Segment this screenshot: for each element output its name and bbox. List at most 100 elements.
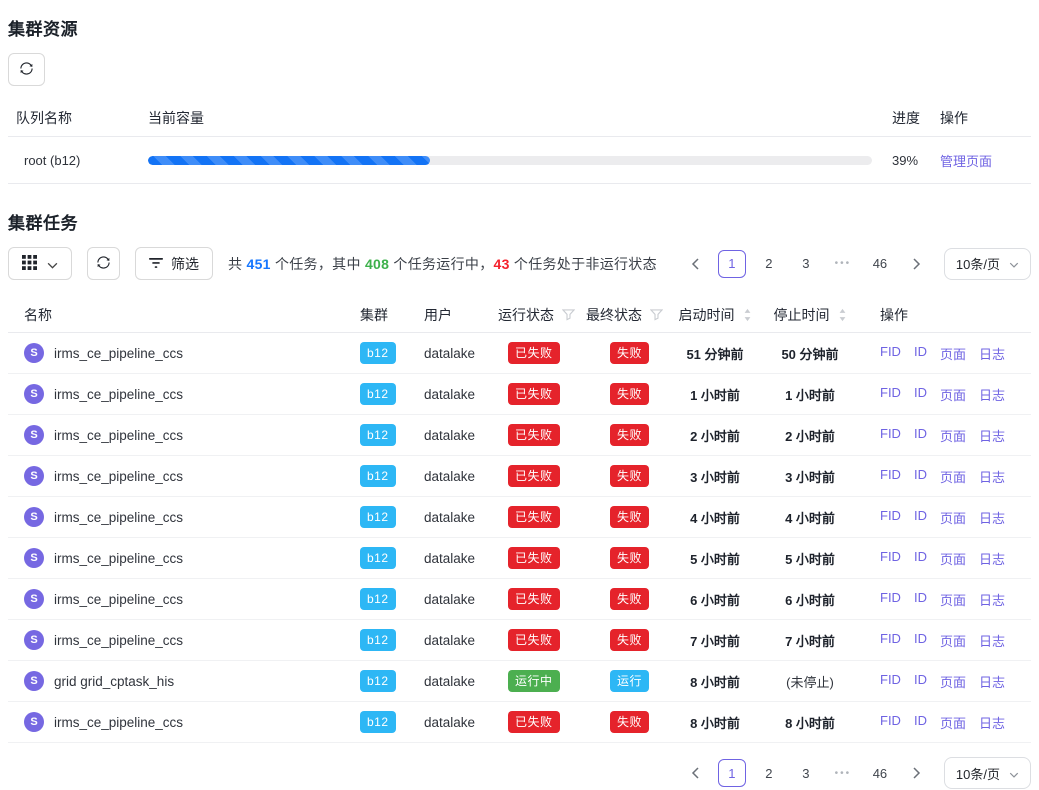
op-link-id[interactable]: ID [914, 508, 927, 527]
table-row: Sirms_ce_pipeline_ccsb12datalake已失败失败4 小… [8, 497, 1031, 538]
ops-cell: FID ID 页面日志 [858, 549, 1031, 568]
op-link-页面[interactable]: 页面 [940, 426, 966, 445]
op-link-日志[interactable]: 日志 [979, 426, 1005, 445]
page-size-select[interactable]: 10条/页 [944, 248, 1031, 280]
sorter-icon[interactable] [743, 308, 752, 322]
op-link-fid[interactable]: FID [880, 590, 901, 609]
op-link-页面[interactable]: 页面 [940, 672, 966, 691]
op-link-id[interactable]: ID [914, 344, 927, 363]
pager-prev-icon[interactable] [681, 250, 709, 278]
final-status-badge: 失败 [610, 629, 649, 651]
col-ops: 操作 [934, 108, 1031, 128]
op-link-页面[interactable]: 页面 [940, 344, 966, 363]
op-link-fid[interactable]: FID [880, 508, 901, 527]
stop-time: (未停止) [762, 672, 858, 691]
run-status-badge: 已失败 [508, 424, 560, 446]
op-link-页面[interactable]: 页面 [940, 549, 966, 568]
refresh-tasks-button[interactable] [87, 247, 120, 280]
op-link-id[interactable]: ID [914, 385, 927, 404]
pager-page-3[interactable]: 3 [792, 759, 820, 787]
run-status-cell: 已失败 [496, 711, 584, 733]
sorter-icon[interactable] [838, 308, 847, 322]
cluster-cell: b12 [352, 629, 416, 651]
op-link-日志[interactable]: 日志 [979, 344, 1005, 363]
pager-next-icon[interactable] [903, 759, 931, 787]
col-stop-time: 停止时间 [762, 305, 858, 325]
pager-page-1[interactable]: 1 [718, 250, 746, 278]
filter-funnel-icon[interactable] [562, 309, 575, 321]
pager-page-3[interactable]: 3 [792, 250, 820, 278]
cluster-badge: b12 [360, 670, 396, 692]
stop-time: 7 小时前 [762, 631, 858, 650]
run-status-badge: 运行中 [508, 670, 560, 692]
page-size-select[interactable]: 10条/页 [944, 757, 1031, 789]
pager-page-1[interactable]: 1 [718, 759, 746, 787]
op-link-页面[interactable]: 页面 [940, 508, 966, 527]
op-link-fid[interactable]: FID [880, 467, 901, 486]
op-link-日志[interactable]: 日志 [979, 549, 1005, 568]
op-link-fid[interactable]: FID [880, 385, 901, 404]
col-current-capacity: 当前容量 [148, 108, 872, 128]
ops-cell: FID ID 页面日志 [858, 713, 1031, 732]
cluster-cell: b12 [352, 342, 416, 364]
op-link-id[interactable]: ID [914, 590, 927, 609]
op-link-fid[interactable]: FID [880, 426, 901, 445]
final-status-cell: 失败 [584, 424, 668, 446]
cluster-cell: b12 [352, 670, 416, 692]
run-status-badge: 已失败 [508, 506, 560, 528]
tasks-table-body: Sirms_ce_pipeline_ccsb12datalake已失败失败51 … [8, 333, 1031, 743]
op-link-页面[interactable]: 页面 [940, 631, 966, 650]
task-name: irms_ce_pipeline_ccs [54, 428, 183, 443]
user-cell: datalake [416, 715, 496, 730]
op-link-id[interactable]: ID [914, 631, 927, 650]
op-link-日志[interactable]: 日志 [979, 385, 1005, 404]
task-name-cell: Sirms_ce_pipeline_ccs [8, 548, 352, 568]
user-cell: datalake [416, 633, 496, 648]
op-link-页面[interactable]: 页面 [940, 385, 966, 404]
cluster-cell: b12 [352, 588, 416, 610]
cluster-cell: b12 [352, 465, 416, 487]
op-link-页面[interactable]: 页面 [940, 467, 966, 486]
task-name: irms_ce_pipeline_ccs [54, 510, 183, 525]
op-link-fid[interactable]: FID [880, 713, 901, 732]
op-link-日志[interactable]: 日志 [979, 631, 1005, 650]
start-time: 6 小时前 [668, 590, 762, 609]
op-link-页面[interactable]: 页面 [940, 713, 966, 732]
op-link-fid[interactable]: FID [880, 344, 901, 363]
cluster-cell: b12 [352, 711, 416, 733]
op-link-fid[interactable]: FID [880, 549, 901, 568]
task-name-cell: Sirms_ce_pipeline_ccs [8, 384, 352, 404]
op-link-id[interactable]: ID [914, 426, 927, 445]
pager-page-46[interactable]: 46 [866, 250, 894, 278]
pager-prev-icon[interactable] [681, 759, 709, 787]
cluster-cell: b12 [352, 506, 416, 528]
filter-button[interactable]: 筛选 [135, 247, 213, 280]
op-link-日志[interactable]: 日志 [979, 508, 1005, 527]
op-link-fid[interactable]: FID [880, 672, 901, 691]
op-link-id[interactable]: ID [914, 467, 927, 486]
task-name-cell: Sirms_ce_pipeline_ccs [8, 507, 352, 527]
filter-funnel-icon[interactable] [650, 309, 663, 321]
final-status-badge: 失败 [610, 711, 649, 733]
task-name-cell: Sirms_ce_pipeline_ccs [8, 466, 352, 486]
queue-name: root (b12) [8, 153, 148, 168]
op-link-日志[interactable]: 日志 [979, 590, 1005, 609]
op-link-日志[interactable]: 日志 [979, 467, 1005, 486]
manage-page-link[interactable]: 管理页面 [940, 154, 992, 169]
op-link-日志[interactable]: 日志 [979, 713, 1005, 732]
table-row: Sirms_ce_pipeline_ccsb12datalake已失败失败8 小… [8, 702, 1031, 743]
op-link-页面[interactable]: 页面 [940, 590, 966, 609]
pager-page-2[interactable]: 2 [755, 759, 783, 787]
layout-dropdown-button[interactable] [8, 247, 72, 280]
table-row: Sirms_ce_pipeline_ccsb12datalake已失败失败6 小… [8, 579, 1031, 620]
pager-page-46[interactable]: 46 [866, 759, 894, 787]
refresh-button[interactable] [8, 53, 45, 86]
pager-next-icon[interactable] [903, 250, 931, 278]
op-link-id[interactable]: ID [914, 713, 927, 732]
op-link-fid[interactable]: FID [880, 631, 901, 650]
op-link-id[interactable]: ID [914, 549, 927, 568]
op-link-id[interactable]: ID [914, 672, 927, 691]
op-link-日志[interactable]: 日志 [979, 672, 1005, 691]
pager-page-2[interactable]: 2 [755, 250, 783, 278]
col-progress: 进度 [872, 108, 934, 128]
